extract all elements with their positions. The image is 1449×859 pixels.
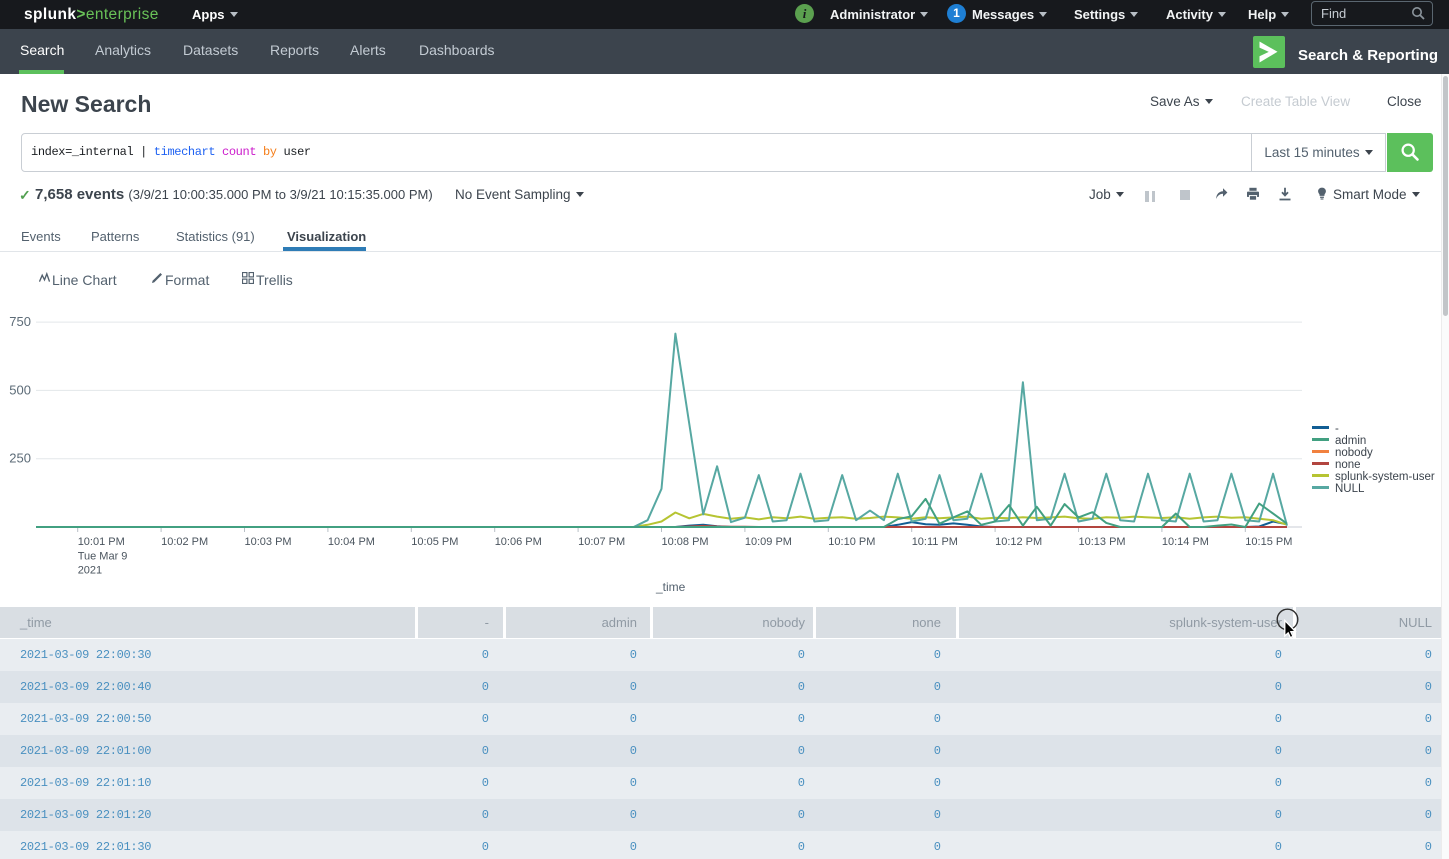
svg-text:10:08 PM: 10:08 PM	[662, 536, 709, 548]
svg-text:10:13 PM: 10:13 PM	[1079, 536, 1126, 548]
svg-text:10:11 PM: 10:11 PM	[912, 536, 958, 548]
svg-text:750: 750	[9, 314, 31, 329]
svg-text:10:01 PM: 10:01 PM	[78, 536, 125, 548]
svg-text:500: 500	[9, 382, 31, 397]
svg-text:10:04 PM: 10:04 PM	[328, 536, 375, 548]
svg-text:10:12 PM: 10:12 PM	[995, 536, 1042, 548]
svg-text:2021: 2021	[78, 565, 102, 577]
svg-text:10:14 PM: 10:14 PM	[1162, 536, 1209, 548]
svg-text:10:05 PM: 10:05 PM	[411, 536, 458, 548]
svg-text:10:02 PM: 10:02 PM	[161, 536, 208, 548]
svg-text:10:06 PM: 10:06 PM	[495, 536, 542, 548]
svg-text:10:10 PM: 10:10 PM	[828, 536, 875, 548]
svg-text:10:03 PM: 10:03 PM	[245, 536, 292, 548]
svg-text:10:07 PM: 10:07 PM	[578, 536, 625, 548]
svg-text:10:09 PM: 10:09 PM	[745, 536, 792, 548]
svg-text:10:15 PM: 10:15 PM	[1245, 536, 1292, 548]
svg-text:Tue Mar 9: Tue Mar 9	[78, 551, 128, 563]
svg-text:_time: _time	[655, 580, 686, 594]
svg-text:250: 250	[9, 451, 31, 466]
